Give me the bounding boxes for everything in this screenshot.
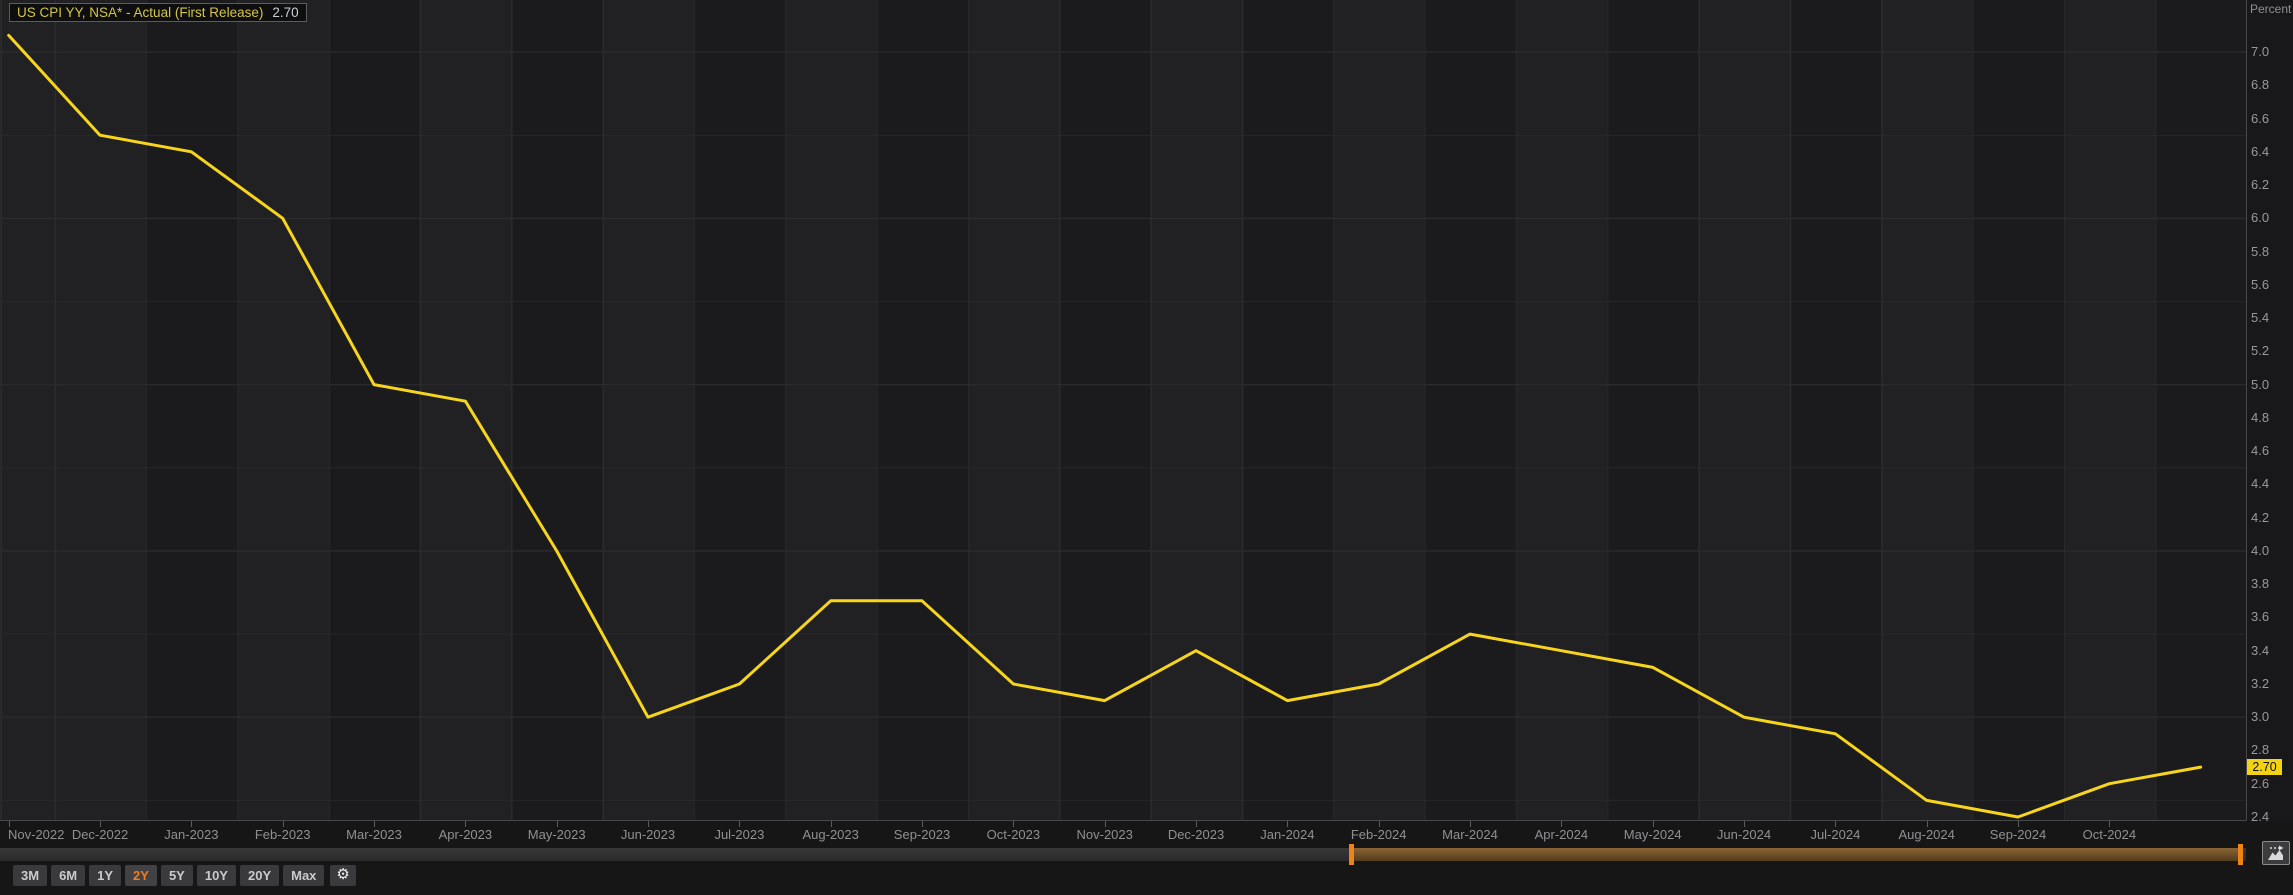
y-axis: Percent 7.0 6.8 6.6 6.4 6.2 6.0 5.8 5.6 5.4 5.2 5.… xyxy=(2247,0,2293,820)
y-axis-tick-label: 4.0 xyxy=(2251,543,2291,558)
y-axis-tick-label: 3.0 xyxy=(2251,709,2291,724)
x-axis-month-label: Sep-2024 xyxy=(1978,827,2058,842)
y-axis-tick-label: 7.0 xyxy=(2251,44,2291,59)
x-axis-month-label: Nov-2023 xyxy=(1065,827,1145,842)
y-axis-tick-label: 5.2 xyxy=(2251,343,2291,358)
x-axis-month-label: Dec-2022 xyxy=(60,827,140,842)
x-axis-month-label: Sep-2023 xyxy=(882,827,962,842)
x-axis: Nov-2022Dec-2022Jan-2023Feb-2023Mar-2023… xyxy=(0,820,2293,846)
range-button-1y[interactable]: 1Y xyxy=(89,865,121,886)
y-axis-tick-label: 6.8 xyxy=(2251,77,2291,92)
range-button-20y[interactable]: 20Y xyxy=(240,865,279,886)
y-axis-tick-label: 5.4 xyxy=(2251,310,2291,325)
x-axis-month-label: Aug-2024 xyxy=(1887,827,1967,842)
x-axis-month-label: Mar-2024 xyxy=(1430,827,1510,842)
x-axis-month-label: Feb-2024 xyxy=(1339,827,1419,842)
y-axis-tick-label: 4.4 xyxy=(2251,476,2291,491)
range-button-10y[interactable]: 10Y xyxy=(197,865,236,886)
range-button-3m[interactable]: 3M xyxy=(13,865,47,886)
range-button-2y[interactable]: 2Y xyxy=(125,865,157,886)
x-axis-month-label: Apr-2024 xyxy=(1521,827,1601,842)
x-axis-month-label: Jan-2024 xyxy=(1247,827,1327,842)
y-axis-tick-label: 6.4 xyxy=(2251,144,2291,159)
y-axis-tick-label: 6.0 xyxy=(2251,210,2291,225)
y-axis-tick-label: 5.0 xyxy=(2251,377,2291,392)
y-axis-tick-label: 6.6 xyxy=(2251,111,2291,126)
range-handle-right[interactable] xyxy=(2238,844,2243,865)
series-legend-value: 2.70 xyxy=(272,5,298,20)
expand-chart-icon xyxy=(2266,845,2286,861)
x-axis-month-label: Jun-2023 xyxy=(608,827,688,842)
x-axis-month-label: Feb-2023 xyxy=(243,827,323,842)
x-axis-month-label: May-2023 xyxy=(517,827,597,842)
range-handle-left[interactable] xyxy=(1349,844,1354,865)
x-axis-month-label: Mar-2023 xyxy=(334,827,414,842)
y-axis-tick-label: 2.6 xyxy=(2251,776,2291,791)
x-axis-month-label: Oct-2024 xyxy=(2069,827,2149,842)
y-axis-tick-label: 2.8 xyxy=(2251,742,2291,757)
chart-settings-button[interactable]: ⚙ xyxy=(330,865,355,886)
line-series-path xyxy=(9,35,2201,817)
range-button-5y[interactable]: 5Y xyxy=(161,865,193,886)
expand-chart-button[interactable] xyxy=(2262,841,2290,865)
cpi-line-series xyxy=(0,0,2246,820)
x-axis-month-label: Jun-2024 xyxy=(1704,827,1784,842)
y-axis-tick-label: 4.6 xyxy=(2251,443,2291,458)
y-axis-tick-label: 6.2 xyxy=(2251,177,2291,192)
gear-icon: ⚙ xyxy=(336,866,349,883)
timeline-selected-range[interactable] xyxy=(1354,848,2238,861)
range-button-6m[interactable]: 6M xyxy=(51,865,85,886)
x-axis-month-label: Jul-2024 xyxy=(1795,827,1875,842)
y-axis-tick-label: 3.2 xyxy=(2251,676,2291,691)
x-axis-month-label: Oct-2023 xyxy=(973,827,1053,842)
y-axis-unit-label: Percent xyxy=(2250,2,2291,16)
x-axis-month-label: Dec-2023 xyxy=(1156,827,1236,842)
x-axis-month-label: May-2024 xyxy=(1613,827,1693,842)
y-axis-tick-label: 5.6 xyxy=(2251,277,2291,292)
series-legend: US CPI YY, NSA* - Actual (First Release)… xyxy=(9,3,307,22)
y-axis-tick-label: 5.8 xyxy=(2251,244,2291,259)
current-value-badge: 2.70 xyxy=(2247,759,2282,775)
y-axis-tick-label: 3.6 xyxy=(2251,609,2291,624)
time-range-toolbar: 3M6M1Y2Y5Y10Y20YMax ⚙ xyxy=(13,865,356,886)
y-axis-tick-label: 4.8 xyxy=(2251,410,2291,425)
cpi-chart-window: US CPI YY, NSA* - Actual (First Release)… xyxy=(0,0,2293,895)
range-button-max[interactable]: Max xyxy=(283,865,324,886)
x-axis-month-label: Aug-2023 xyxy=(791,827,871,842)
series-legend-label: US CPI YY, NSA* - Actual (First Release) xyxy=(17,5,263,20)
range-buttons-group: 3M6M1Y2Y5Y10Y20YMax xyxy=(13,865,324,886)
y-axis-tick-label: 4.2 xyxy=(2251,510,2291,525)
y-axis-tick-label: 3.8 xyxy=(2251,576,2291,591)
y-axis-tick-label: 3.4 xyxy=(2251,643,2291,658)
x-axis-month-label: Jul-2023 xyxy=(699,827,779,842)
x-axis-month-label: Apr-2023 xyxy=(425,827,505,842)
chart-plot-area[interactable] xyxy=(0,0,2247,821)
x-axis-month-label: Jan-2023 xyxy=(151,827,231,842)
